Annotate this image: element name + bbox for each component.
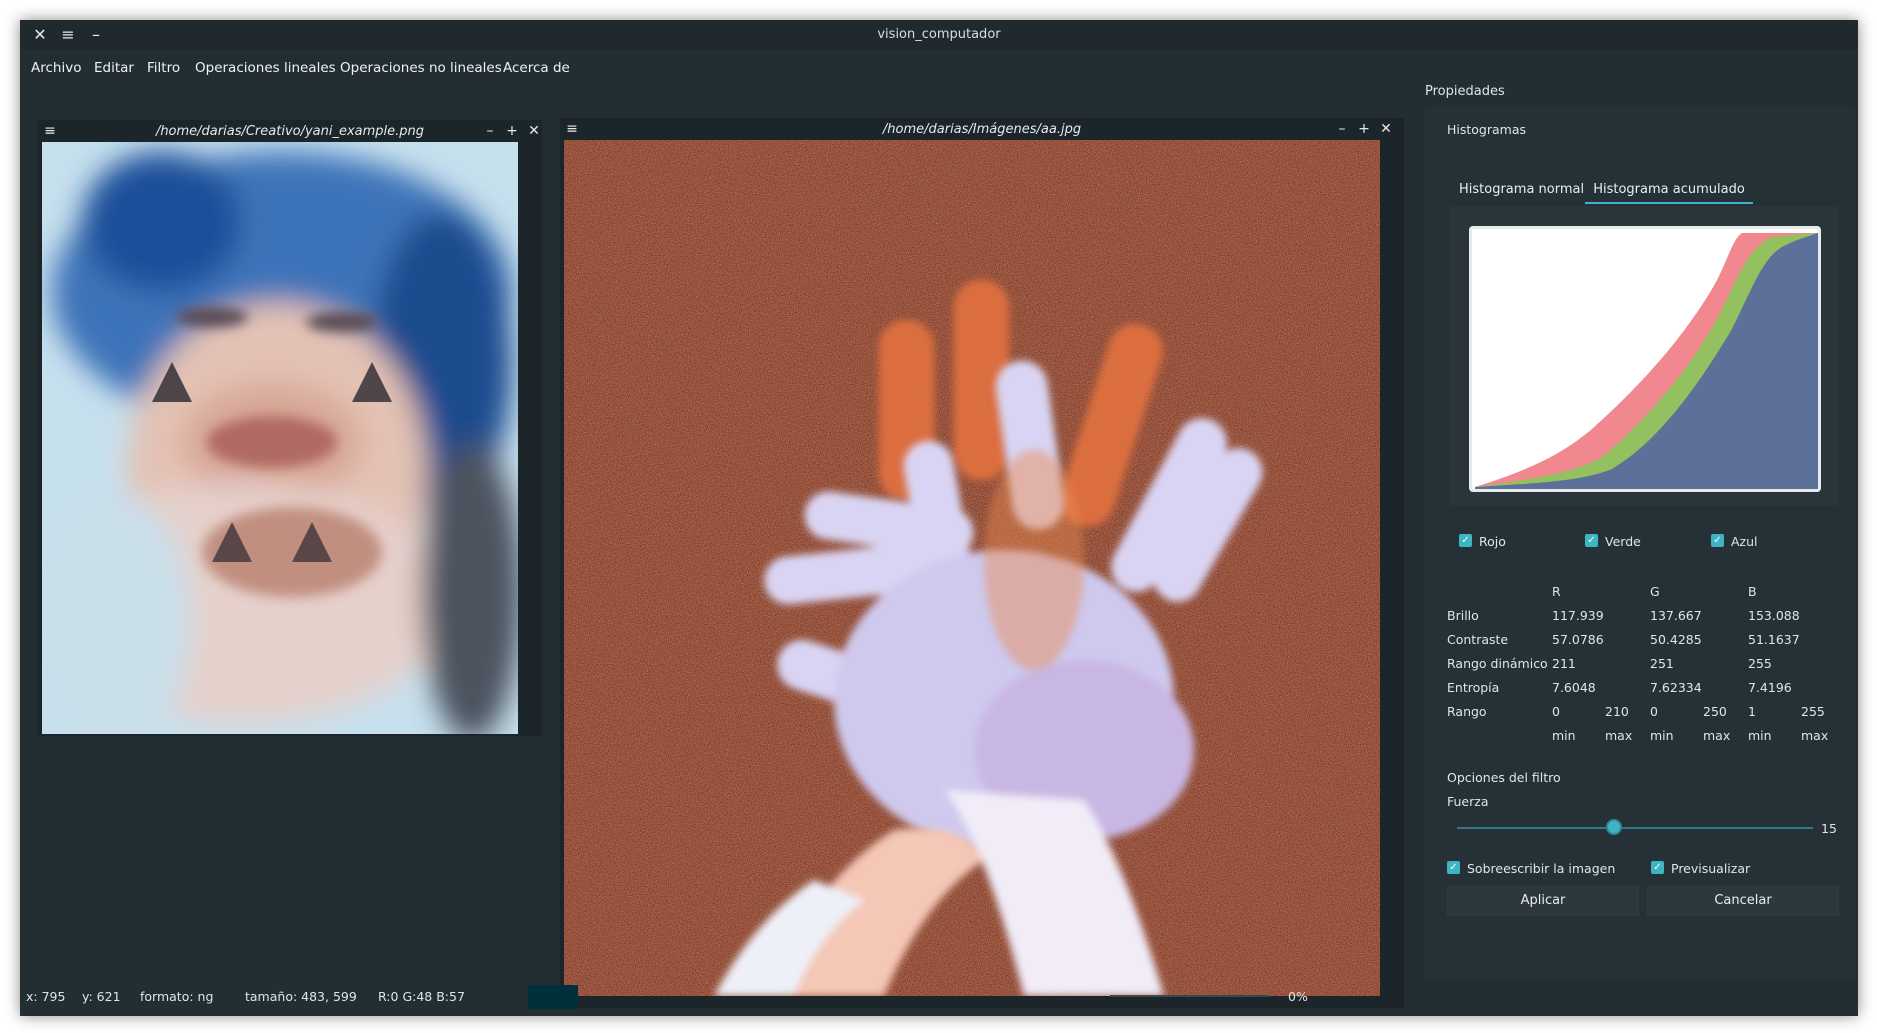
stat-contraste-r: 57.0786 [1552, 632, 1604, 647]
label-rojo: Rojo [1479, 534, 1506, 549]
hands-image [564, 140, 1380, 996]
menu-operaciones-lineales[interactable]: Operaciones lineales [195, 60, 336, 76]
subwindow-minimize-icon[interactable]: – [482, 122, 498, 140]
color-swatch [528, 985, 578, 1009]
progress-label: 0% [1288, 989, 1308, 1004]
stat-contraste-b: 51.1637 [1748, 632, 1800, 647]
stat-brillo-r: 117.939 [1552, 608, 1604, 623]
strength-slider-track[interactable] [1457, 827, 1813, 829]
mdi-workspace: ≡ /home/darias/Creativo/yani_example.png… [20, 86, 1420, 1008]
range-g-min: 0 [1650, 704, 1658, 719]
cancel-button[interactable]: Cancelar [1647, 886, 1839, 916]
stats-header-r: R [1552, 584, 1561, 599]
subwindow-right-header[interactable]: ≡ /home/darias/Imágenes/aa.jpg – + ✕ [560, 118, 1404, 140]
stat-entropia-g: 7.62334 [1650, 680, 1702, 695]
blue-channel-area [1475, 233, 1818, 489]
label-azul: Azul [1731, 534, 1758, 549]
range-r-max-label: max [1605, 728, 1633, 743]
menu-filtro[interactable]: Filtro [147, 60, 180, 76]
status-rgb: R:0 G:48 B:57 [378, 989, 465, 1004]
stat-contraste-g: 50.4285 [1650, 632, 1702, 647]
subwindow-right-title: /home/darias/Imágenes/aa.jpg [882, 122, 1082, 137]
panel-title: Propiedades [1425, 84, 1505, 99]
stats-header-b: B [1748, 584, 1757, 599]
stat-rango-dinamico-g: 251 [1650, 656, 1674, 671]
stat-label-brillo: Brillo [1447, 608, 1479, 623]
checkbox-previsualizar[interactable]: ✓ [1651, 861, 1664, 874]
status-bar: x: 795 y: 621 formato: ng tamaño: 483, 5… [20, 980, 1858, 1012]
window-title: vision_computador [877, 27, 1001, 42]
status-size: tamaño: 483, 599 [245, 989, 357, 1004]
checkbox-rojo[interactable]: ✓ [1459, 534, 1472, 547]
subwindow-left-title: /home/darias/Creativo/yani_example.png [155, 124, 425, 139]
tab-histograma-normal[interactable]: Histograma normal [1459, 178, 1584, 204]
label-sobreescribir: Sobreescribir la imagen [1467, 861, 1616, 876]
title-bar: ✕ ≡ – vision_computador [20, 20, 1858, 50]
checkbox-verde[interactable]: ✓ [1585, 534, 1598, 547]
strength-slider-handle[interactable] [1605, 819, 1622, 835]
range-g-max-label: max [1703, 728, 1731, 743]
stat-entropia-r: 7.6048 [1552, 680, 1596, 695]
blurred-portrait-image [42, 142, 518, 734]
subwindow-left[interactable]: ≡ /home/darias/Creativo/yani_example.png… [38, 120, 542, 736]
checkbox-sobreescribir[interactable]: ✓ [1447, 861, 1460, 874]
histograms-label: Histogramas [1447, 122, 1527, 137]
stat-label-contraste: Contraste [1447, 632, 1509, 647]
checkbox-azul[interactable]: ✓ [1711, 534, 1724, 547]
range-b-max: 255 [1801, 704, 1825, 719]
menu-acerca-de[interactable]: Acerca de [503, 60, 570, 76]
tab-histograma-acumulado[interactable]: Histograma acumulado [1585, 178, 1753, 204]
status-x: x: 795 [26, 989, 66, 1004]
subwindow-close-icon[interactable]: ✕ [526, 122, 542, 140]
stat-entropia-b: 7.4196 [1748, 680, 1792, 695]
stat-brillo-g: 137.667 [1650, 608, 1702, 623]
label-previsualizar: Previsualizar [1671, 861, 1751, 876]
histogram-frame [1449, 206, 1839, 506]
stat-label-rango: Rango [1447, 704, 1487, 719]
stat-rango-dinamico-r: 211 [1552, 656, 1576, 671]
label-verde: Verde [1605, 534, 1641, 549]
main-window: ✕ ≡ – vision_computador Archivo Editar F… [20, 20, 1858, 1016]
range-r-max: 210 [1605, 704, 1629, 719]
histogram-chart [1469, 226, 1821, 492]
subwindow-close-icon[interactable]: ✕ [1378, 120, 1394, 138]
menu-archivo[interactable]: Archivo [31, 60, 81, 76]
image-yani-example[interactable] [42, 142, 518, 734]
range-r-min: 0 [1552, 704, 1560, 719]
subwindow-maximize-icon[interactable]: + [504, 122, 520, 140]
status-format: formato: ng [140, 989, 214, 1004]
stat-rango-dinamico-b: 255 [1748, 656, 1772, 671]
strength-value: 15 [1821, 821, 1837, 836]
menu-operaciones-no-lineales[interactable]: Operaciones no lineales [340, 60, 502, 76]
stat-brillo-b: 153.088 [1748, 608, 1800, 623]
range-b-min-label: min [1748, 728, 1772, 743]
range-b-max-label: max [1801, 728, 1829, 743]
apply-button[interactable]: Aplicar [1447, 886, 1639, 916]
subwindow-maximize-icon[interactable]: + [1356, 120, 1372, 138]
subwindow-left-header[interactable]: ≡ /home/darias/Creativo/yani_example.png… [38, 120, 542, 142]
properties-box: Histogramas Histograma normal Histograma… [1425, 106, 1855, 980]
range-g-min-label: min [1650, 728, 1674, 743]
range-b-min: 1 [1748, 704, 1756, 719]
properties-panel: Propiedades Histogramas Histograma norma… [1425, 80, 1855, 980]
image-aa[interactable] [564, 140, 1380, 996]
status-y: y: 621 [82, 989, 121, 1004]
subwindow-minimize-icon[interactable]: – [1334, 120, 1350, 138]
cumulative-histogram [1475, 233, 1818, 489]
filter-options-title: Opciones del filtro [1447, 770, 1561, 785]
progress-bar [1110, 995, 1270, 997]
stat-label-entropia: Entropía [1447, 680, 1500, 695]
stats-header-g: G [1650, 584, 1660, 599]
subwindow-right[interactable]: ≡ /home/darias/Imágenes/aa.jpg – + ✕ [560, 118, 1404, 1008]
range-g-max: 250 [1703, 704, 1727, 719]
menu-editar[interactable]: Editar [94, 60, 134, 76]
stat-label-rango-dinamico: Rango dinámico [1447, 656, 1548, 671]
strength-label: Fuerza [1447, 794, 1489, 809]
range-r-min-label: min [1552, 728, 1576, 743]
